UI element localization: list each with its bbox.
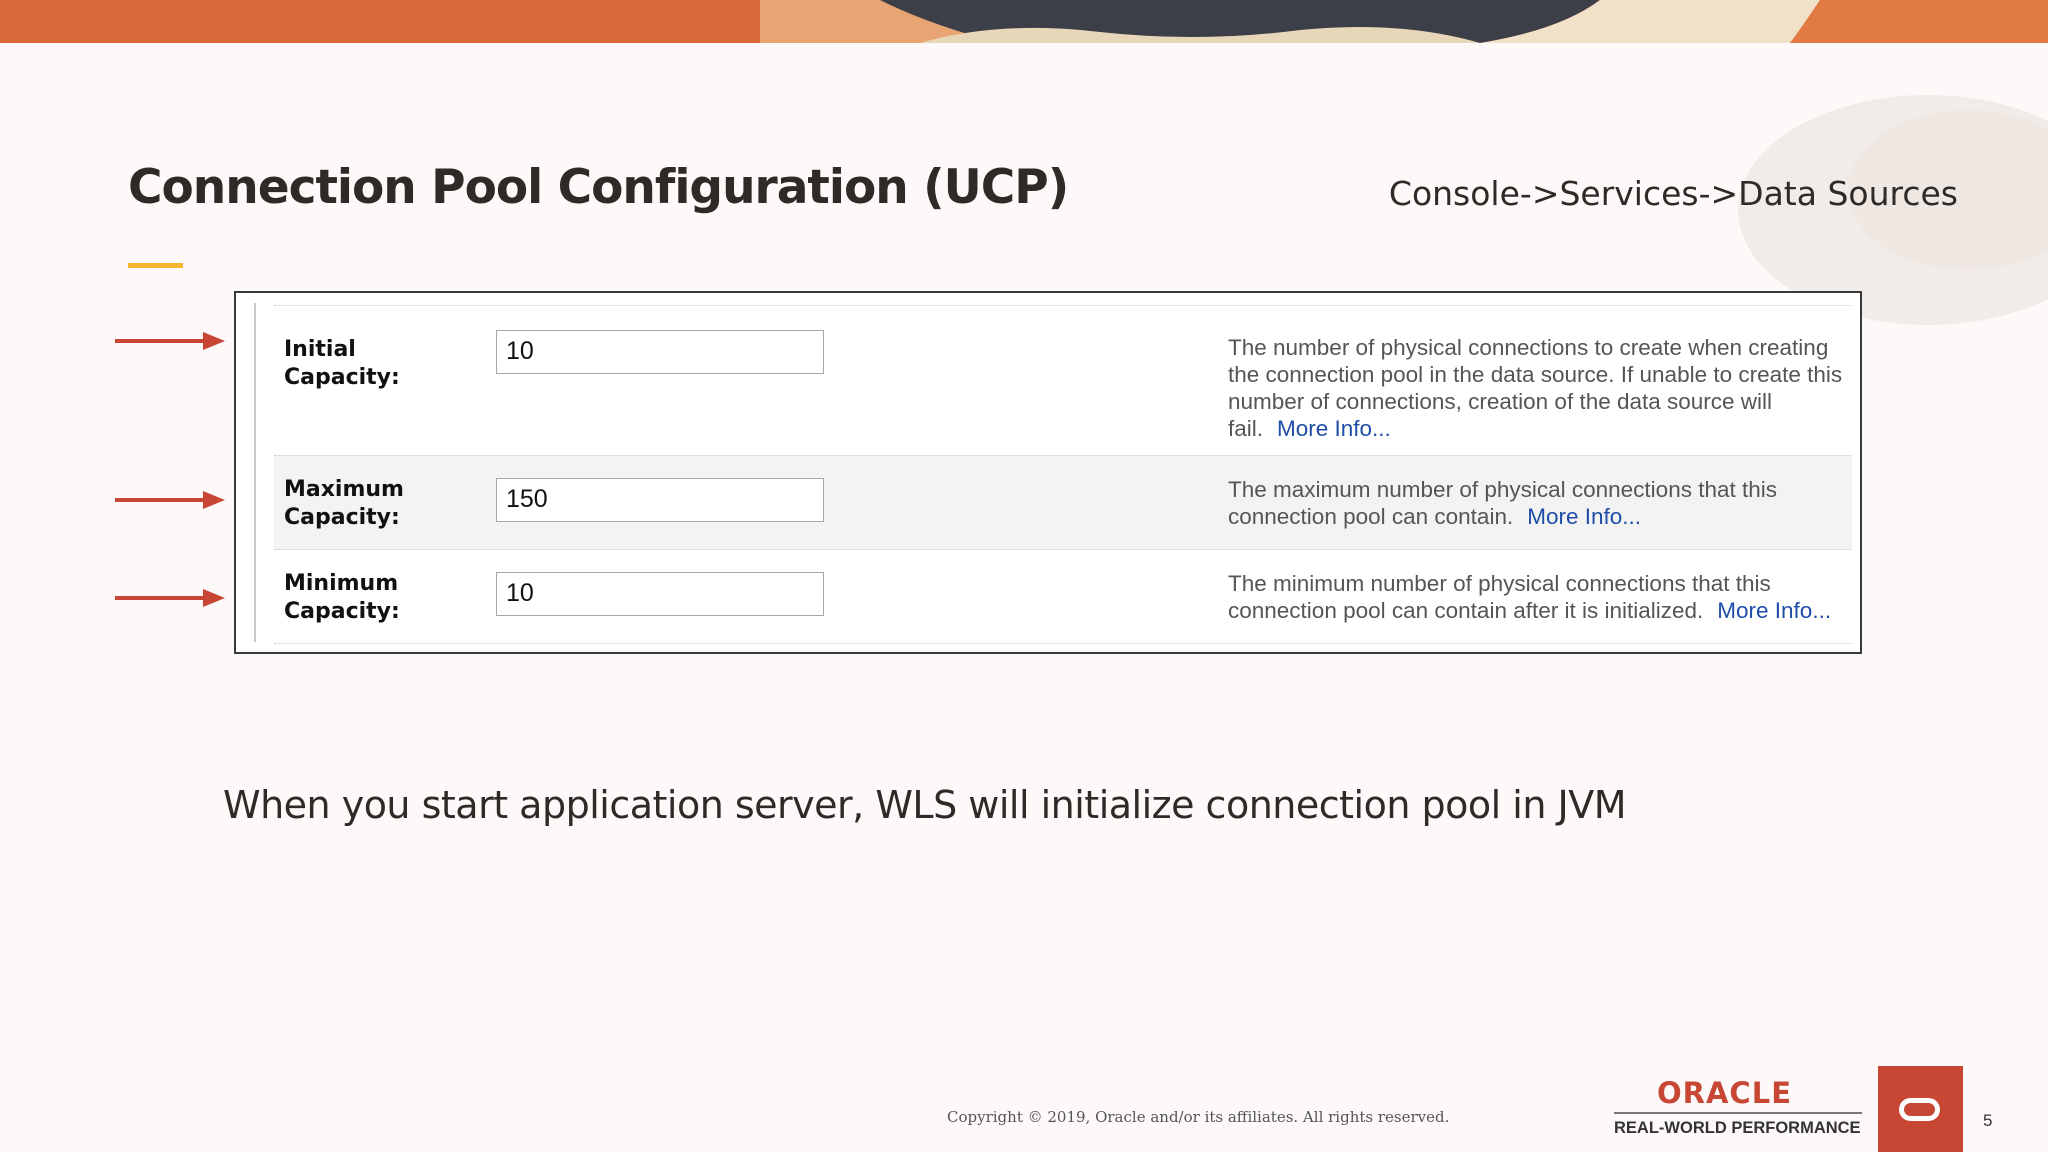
title-accent-rule: [128, 263, 183, 268]
slide-statement: When you start application server, WLS w…: [223, 783, 1626, 827]
oracle-ring-icon: [1899, 1098, 1940, 1121]
connection-pool-settings-panel: Initial Capacity: 10 The number of physi…: [234, 291, 1862, 654]
arrow-icon: [115, 332, 225, 350]
description-text: The maximum number of physical connectio…: [1228, 477, 1777, 529]
setting-label: Minimum Capacity:: [284, 571, 400, 624]
arrow-icon: [115, 589, 225, 607]
more-info-link[interactable]: More Info...: [1277, 416, 1391, 441]
breadcrumb: Console->Services->Data Sources: [1388, 174, 1958, 213]
oracle-logo: ORACLE: [1657, 1076, 1792, 1110]
more-info-link[interactable]: More Info...: [1717, 598, 1831, 623]
initial-capacity-input[interactable]: 10: [496, 330, 824, 374]
real-world-performance-label: REAL-WORLD PERFORMANCE: [1614, 1119, 1861, 1137]
setting-description: The maximum number of physical connectio…: [1228, 476, 1848, 530]
page-title: Connection Pool Configuration (UCP): [128, 160, 1069, 215]
table-bottom-rule: [274, 643, 1852, 644]
arrow-icon: [115, 491, 225, 509]
maximum-capacity-input[interactable]: 150: [496, 478, 824, 522]
top-banner: [0, 0, 2048, 43]
setting-row-minimum-capacity: Minimum Capacity: 10 The minimum number …: [274, 549, 1852, 644]
setting-description: The minimum number of physical connectio…: [1228, 570, 1848, 624]
minimum-capacity-input[interactable]: 10: [496, 572, 824, 616]
more-info-link[interactable]: More Info...: [1527, 504, 1641, 529]
page-number: 5: [1983, 1111, 1993, 1130]
logo-divider: [1614, 1112, 1862, 1114]
setting-description: The number of physical connections to cr…: [1228, 334, 1848, 442]
copyright-notice: Copyright © 2019, Oracle and/or its affi…: [947, 1108, 1450, 1126]
panel-divider: [254, 303, 256, 642]
setting-label: Maximum Capacity:: [284, 477, 404, 530]
setting-label: Initial Capacity:: [284, 337, 400, 390]
oracle-o-icon: [1878, 1066, 1963, 1152]
setting-row-maximum-capacity: Maximum Capacity: 150 The maximum number…: [274, 455, 1852, 550]
setting-row-initial-capacity: Initial Capacity: 10 The number of physi…: [274, 305, 1852, 456]
description-text: The minimum number of physical connectio…: [1228, 571, 1771, 623]
